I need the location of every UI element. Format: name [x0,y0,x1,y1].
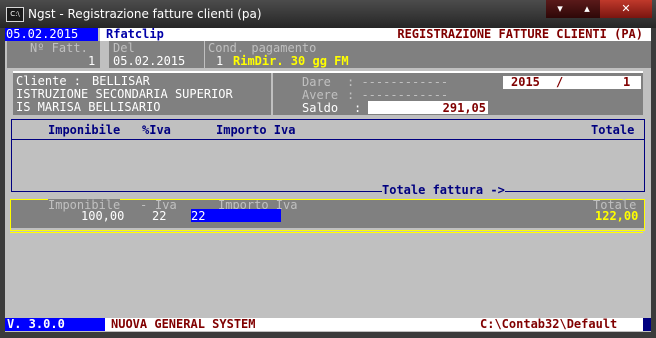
window-controls: ▾ ▴ ✕ [546,0,654,18]
maximize-button[interactable]: ▴ [574,0,600,18]
console-area: 05.02.2015 Rfatclip REGISTRAZIONE FATTUR… [5,28,651,332]
cursor-block [643,318,651,331]
vat-table-header-divider [12,139,644,140]
client-name-line2: IS MARISA BELLISARIO [16,100,161,114]
console-app-icon[interactable]: C:\ [6,7,24,22]
document-title: REGISTRAZIONE FATTURE CLIENTI (PA) [351,28,651,41]
entry-imponibile[interactable]: 100,00 [81,210,124,223]
vat-header-importo-iva: Importo Iva [216,123,296,137]
vat-header-totale: Totale [591,123,635,137]
status-system-name: NUOVA GENERAL SYSTEM [111,317,256,331]
status-path: C:\Contab32\Default [480,317,618,331]
protocol-number: 1 [623,75,631,89]
entry-totale: 122,00 [595,209,639,223]
header-date: 05.02.2015 [5,28,98,41]
invoice-number-value[interactable]: 1 [88,55,95,68]
entry-importo-iva[interactable]: 22 [191,210,205,223]
close-button[interactable]: ✕ [600,0,652,18]
program-name: Rfatclip [100,28,351,41]
status-version: V. 3.0.0 [5,318,105,331]
payment-code[interactable]: 1 [216,55,223,68]
payment-description: RimDir. 30 gg FM [233,54,349,68]
entry-iva[interactable]: 22 [152,210,166,223]
entry-underline [10,232,643,233]
minimize-button[interactable]: ▾ [546,0,574,18]
saldo-colon: : [354,101,362,115]
saldo-value: 291,05 [442,101,486,115]
total-invoice-label: Totale fattura -> [382,183,505,197]
window-title: Ngst - Registrazione fatture clienti (pa… [28,7,262,21]
invoice-number-label: Nº Fatt. [30,41,88,55]
entry-label-iva: - [140,198,148,212]
protocol-year: 2015 [511,75,540,89]
vat-header-iva: %Iva [142,123,171,137]
saldo-label: Saldo [302,101,339,115]
invoice-date-value[interactable]: 05.02.2015 [113,55,185,68]
protocol-slash: / [556,75,564,89]
vat-header-imponibile: Imponibile [48,123,121,137]
